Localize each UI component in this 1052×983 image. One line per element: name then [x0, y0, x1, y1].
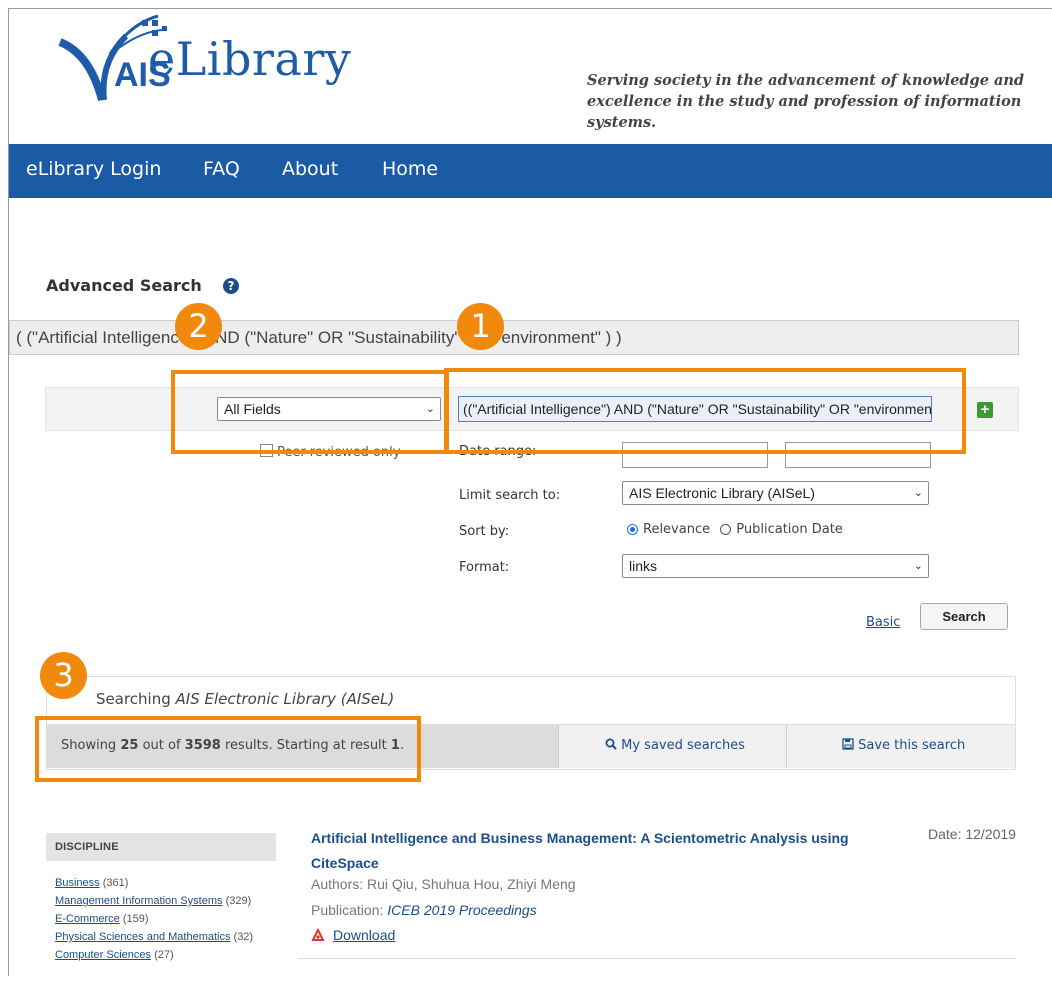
- saved-searches-label: My saved searches: [621, 738, 745, 753]
- format-select-value: links: [629, 558, 658, 574]
- search-button[interactable]: Search: [920, 603, 1008, 630]
- query-input[interactable]: (("Artificial Intelligence") AND ("Natur…: [458, 396, 932, 422]
- facet-item: Business (361): [55, 874, 253, 892]
- site-tagline: Serving society in the advancement of kn…: [587, 70, 1052, 133]
- publication-label: Publication:: [311, 902, 384, 918]
- peer-reviewed-option[interactable]: Peer-reviewed only: [260, 444, 400, 460]
- showing-mid: out of: [142, 738, 181, 753]
- date-range-label: Date range:: [459, 444, 537, 459]
- logo-title: eLibrary: [148, 32, 352, 86]
- divider: [786, 725, 787, 768]
- peer-reviewed-label: Peer-reviewed only: [277, 445, 401, 460]
- showing-total: 3598: [184, 738, 221, 753]
- result-date: Date: 12/2019: [928, 826, 1016, 842]
- facet-item: E-Commerce (159): [55, 910, 253, 928]
- result-authors: Authors: Rui Qiu, Shuhua Hou, Zhiyi Meng: [311, 876, 576, 892]
- date-to-input[interactable]: [785, 442, 931, 468]
- field-select-value: All Fields: [224, 401, 281, 417]
- main-nav: eLibrary Login FAQ About Home: [9, 144, 1052, 198]
- limit-label: Limit search to:: [459, 488, 561, 503]
- showing-prefix: Showing: [61, 738, 117, 753]
- results-count: Showing 25 out of 3598 results. Starting…: [61, 738, 404, 753]
- add-criteria-icon[interactable]: +: [977, 402, 993, 418]
- showing-count: 25: [120, 738, 139, 753]
- peer-reviewed-checkbox[interactable]: [260, 444, 273, 457]
- save-search-label: Save this search: [858, 738, 966, 753]
- showing-suffix: results. Starting at result: [224, 738, 387, 753]
- save-search-link[interactable]: Save this search: [842, 738, 965, 753]
- facet-link-ecommerce[interactable]: E-Commerce: [55, 913, 120, 925]
- chevron-down-icon: ⌄: [425, 403, 435, 415]
- searching-library: AIS Electronic Library (AISeL): [175, 690, 395, 708]
- download-link[interactable]: Download: [333, 927, 395, 943]
- chevron-down-icon: ⌄: [913, 487, 923, 499]
- annotation-badge-3: 3: [40, 652, 87, 699]
- annotation-badge-1: 1: [457, 303, 504, 350]
- limit-select-value: AIS Electronic Library (AISeL): [629, 485, 815, 501]
- facet-count: (159): [122, 913, 149, 925]
- date-from-input[interactable]: [622, 442, 768, 468]
- showing-start: 1: [390, 738, 400, 753]
- sort-date-label: Publication Date: [736, 522, 843, 537]
- help-icon[interactable]: ?: [223, 278, 239, 294]
- nav-item-home[interactable]: Home: [382, 158, 438, 180]
- facet-count: (361): [102, 877, 129, 889]
- facet-link-business[interactable]: Business: [55, 877, 100, 889]
- save-icon: [842, 738, 854, 750]
- annotation-badge-2: 2: [175, 303, 222, 350]
- my-saved-searches-link[interactable]: My saved searches: [605, 738, 745, 753]
- facet-count: (329): [225, 895, 252, 907]
- format-label: Format:: [459, 560, 510, 575]
- query-display: ( ("Artificial Intelligence") AND ("Natu…: [9, 320, 1019, 355]
- field-select[interactable]: All Fields ⌄: [217, 397, 441, 421]
- result-separator: [298, 958, 1016, 959]
- format-select[interactable]: links ⌄: [622, 554, 929, 578]
- facet-link-physical-sciences[interactable]: Physical Sciences and Mathematics: [55, 931, 230, 943]
- result-publication: Publication: ICEB 2019 Proceedings: [311, 902, 537, 918]
- facet-count: (32): [233, 931, 254, 943]
- nav-item-about[interactable]: About: [282, 158, 338, 180]
- facet-list: Business (361) Management Information Sy…: [55, 874, 253, 964]
- sort-relevance-label: Relevance: [643, 522, 711, 537]
- sort-label: Sort by:: [459, 524, 510, 539]
- search-icon: [605, 738, 617, 750]
- nav-item-faq[interactable]: FAQ: [203, 158, 240, 180]
- result-title-link[interactable]: Artificial Intelligence and Business Man…: [311, 826, 871, 876]
- facet-link-computer-sciences[interactable]: Computer Sciences: [55, 949, 151, 961]
- basic-search-link[interactable]: Basic: [866, 615, 900, 630]
- searching-prefix: Searching: [96, 690, 171, 708]
- facet-item: Physical Sciences and Mathematics (32): [55, 928, 253, 946]
- publication-name[interactable]: ICEB 2019 Proceedings: [387, 902, 536, 918]
- facet-heading: DISCIPLINE: [46, 833, 276, 861]
- divider: [558, 725, 559, 768]
- tagline-line-2: excellence in the study and profession o…: [587, 93, 1022, 131]
- showing-period: .: [399, 738, 405, 753]
- page-title: Advanced Search: [46, 276, 202, 295]
- sort-date-radio[interactable]: [720, 524, 732, 535]
- sort-relevance-radio[interactable]: [627, 524, 638, 535]
- nav-item-login[interactable]: eLibrary Login: [26, 158, 161, 180]
- chevron-down-icon: ⌄: [913, 560, 923, 572]
- searching-label: Searching AIS Electronic Library (AISeL): [96, 690, 394, 708]
- facet-count: (27): [154, 949, 174, 961]
- facet-item: Computer Sciences (27): [55, 946, 253, 964]
- sort-options: Relevance Publication Date: [627, 522, 843, 537]
- pdf-icon: [311, 928, 325, 941]
- facet-item: Management Information Systems (329): [55, 892, 253, 910]
- tagline-line-1: Serving society in the advancement of kn…: [587, 72, 1025, 89]
- facet-link-mis[interactable]: Management Information Systems: [55, 895, 223, 907]
- limit-select[interactable]: AIS Electronic Library (AISeL) ⌄: [622, 481, 929, 505]
